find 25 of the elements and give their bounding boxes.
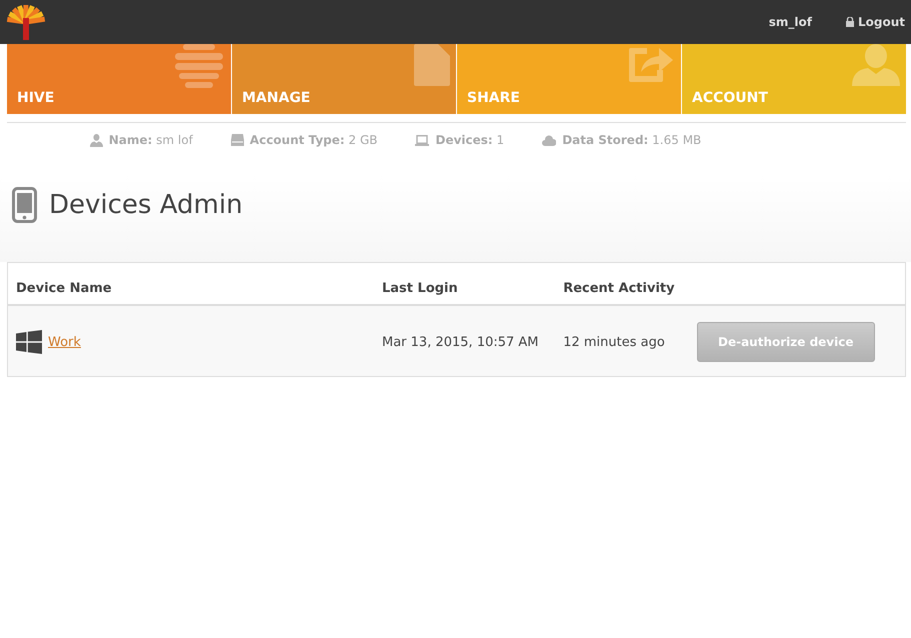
- username[interactable]: sm_lof: [768, 15, 812, 29]
- account-info-text: Name: sm lof: [108, 133, 193, 147]
- person-icon: [852, 44, 900, 86]
- nav-tile[interactable]: ACCOUNT: [682, 44, 906, 114]
- logout-link[interactable]: Logout: [846, 15, 905, 29]
- document-icon: [414, 44, 450, 86]
- phone-icon: [12, 187, 37, 223]
- table-cell: 12 minutes ago: [555, 305, 689, 376]
- hard-drive-icon: [230, 134, 244, 146]
- lock-icon: [846, 17, 854, 27]
- account-info-text: Devices: 1: [435, 133, 504, 147]
- column-header: Last Login: [374, 262, 556, 305]
- windows-icon: [16, 330, 42, 354]
- column-header: Device Name: [8, 262, 374, 305]
- nav-tile[interactable]: SHARE: [457, 44, 681, 114]
- table-cell: Mar 13, 2015, 10:57 AM: [374, 305, 556, 376]
- page-title: Devices Admin: [49, 190, 243, 220]
- nav-tile[interactable]: MANAGE: [232, 44, 456, 114]
- person-icon: [90, 134, 103, 146]
- account-info-text: Account Type: 2 GB: [250, 133, 378, 147]
- laptop-icon: [415, 134, 430, 146]
- logo-icon[interactable]: [6, 4, 46, 40]
- account-info-text: Data Stored: 1.65 MB: [562, 133, 702, 147]
- nav-tile[interactable]: HIVE: [7, 44, 231, 114]
- column-header: Recent Activity: [555, 262, 689, 305]
